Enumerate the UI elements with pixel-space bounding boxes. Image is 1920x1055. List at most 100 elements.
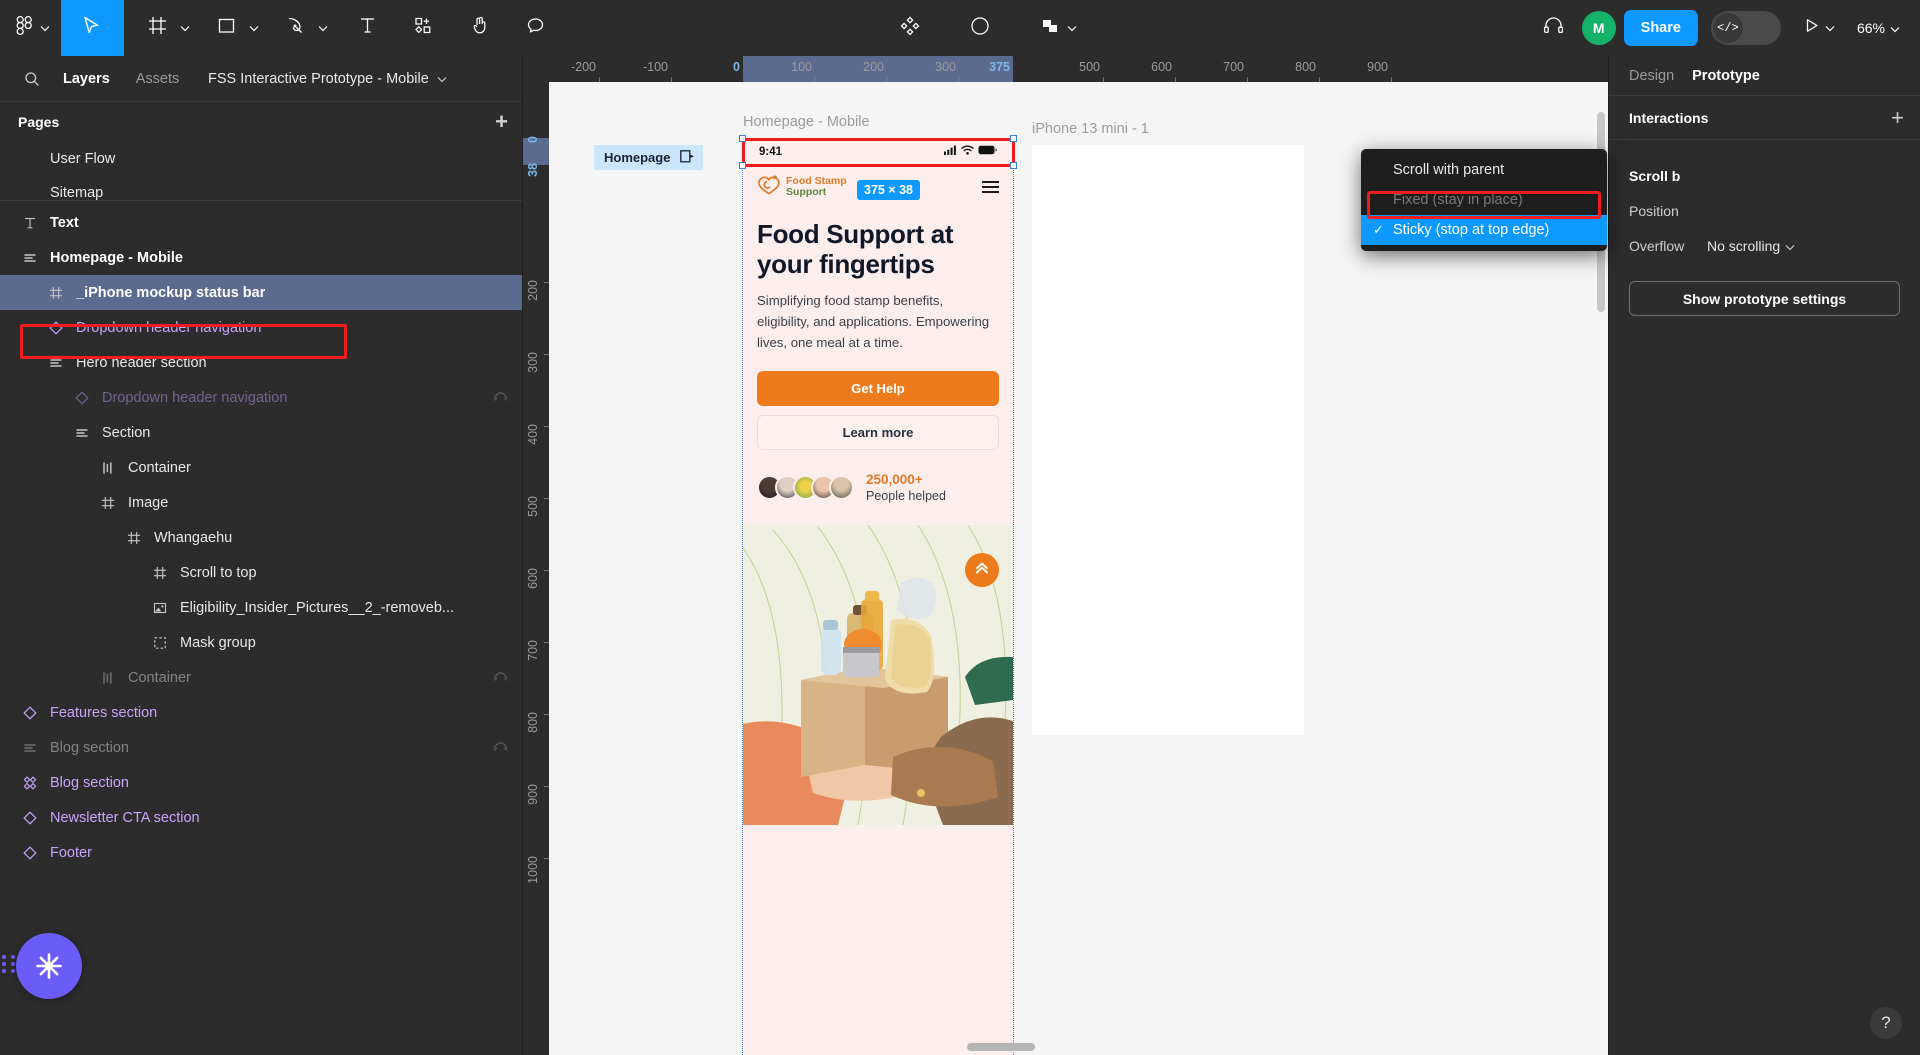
figma-menu-caret-icon[interactable] [37,25,53,32]
layer-row[interactable]: Container [0,660,522,695]
figma-menu-button[interactable] [0,0,37,56]
boolean-button[interactable] [1030,0,1064,56]
learn-more-button[interactable]: Learn more [757,415,999,451]
shape-tool-button[interactable] [207,0,246,56]
file-name-button[interactable]: FSS Interactive Prototype - Mobile [208,56,447,102]
present-button[interactable] [1805,18,1835,38]
ruler-tick-label: 700 [526,640,540,661]
selection-handle-bottom-right[interactable] [1010,162,1017,169]
tab-design[interactable]: Design [1629,68,1674,84]
hidden-eye-icon[interactable] [493,670,508,686]
ruler-tick-mark [544,642,549,643]
ruler-tick-label: 600 [1151,60,1172,74]
contrast-button[interactable] [960,0,1000,56]
dropdown-item-fixed[interactable]: Fixed (stay in place) [1361,185,1607,215]
layer-row[interactable]: Features section [0,695,522,730]
frame-label-iphone-13-mini[interactable]: iPhone 13 mini - 1 [1032,121,1149,137]
layer-row[interactable]: Homepage - Mobile [0,240,522,275]
avatar [829,475,854,501]
layer-row[interactable]: Eligibility_Insider_Pictures__2_-removeb… [0,590,522,625]
plugin-drag-handle[interactable] [2,955,16,973]
overflow-value-label: No scrolling [1707,237,1781,254]
show-prototype-settings-button[interactable]: Show prototype settings [1629,281,1900,316]
frame-tool-button[interactable] [138,0,177,56]
frame-iphone-13-mini-1[interactable] [1032,145,1304,735]
search-icon[interactable] [14,71,50,87]
layer-row[interactable]: Text [0,205,522,240]
dev-mode-toggle[interactable]: </> [1710,11,1781,45]
share-button[interactable]: Share [1623,10,1698,46]
layer-row[interactable]: Mask group [0,625,522,660]
ruler-tick-label: 400 [526,424,540,445]
plugin-sparkle-icon[interactable] [16,933,82,999]
move-tool-caret-icon[interactable] [108,0,124,56]
ruler-tick-mark [544,282,549,283]
ruler-tick-label: 0 [733,60,740,74]
pen-tool-button[interactable] [276,0,315,56]
layer-row[interactable]: Image [0,485,522,520]
hamburger-icon[interactable] [982,181,999,193]
hero-photo [743,525,1013,826]
selection-handle-top-left[interactable] [739,135,746,142]
layer-row[interactable]: _iPhone mockup status bar [0,275,522,310]
comment-tool-button[interactable] [516,0,555,56]
layer-row[interactable]: Dropdown header navigation [0,310,522,345]
headphones-button[interactable] [1533,0,1574,56]
actions-tool-button[interactable] [404,0,443,56]
iphone-status-bar[interactable]: 9:41 [743,138,1013,165]
add-page-button[interactable]: + [495,111,508,133]
canvas-horizontal-scrollbar[interactable] [523,1043,1608,1051]
get-help-button[interactable]: Get Help [757,371,999,407]
dropdown-item-sticky[interactable]: ✓ Sticky (stop at top edge) [1361,215,1607,245]
layer-row[interactable]: Whangaehu [0,520,522,555]
file-name-label: FSS Interactive Prototype - Mobile [208,71,429,87]
tab-assets[interactable]: Assets [123,71,193,87]
scroll-to-top-button[interactable] [965,553,999,588]
page-item-sitemap[interactable]: Sitemap [0,176,522,200]
ruler-tick-label: 38 [526,163,540,178]
tab-layers[interactable]: Layers [50,71,123,87]
scrollbar-thumb[interactable] [967,1043,1035,1051]
shape-tool-caret-icon[interactable] [246,25,262,32]
layer-row[interactable]: Footer [0,835,522,870]
pen-tool-caret-icon[interactable] [315,25,331,32]
selection-handle-top-right[interactable] [1010,135,1017,142]
dropdown-item-scroll-with-parent[interactable]: Scroll with parent [1361,155,1607,185]
prototype-flow-chip[interactable]: Homepage [594,145,704,170]
avatar[interactable]: M [1581,11,1616,45]
page-label: Sitemap [50,185,104,200]
layer-row[interactable]: Blog section [0,765,522,800]
ruler-tick-label: 700 [1223,60,1244,74]
frame-homepage-mobile[interactable]: 9:41 Food Stamp Support Food Support at … [743,138,1013,1055]
layer-row[interactable]: Newsletter CTA section [0,800,522,835]
layer-row[interactable]: Container [0,450,522,485]
tab-prototype[interactable]: Prototype [1692,68,1760,84]
layer-row[interactable]: Section [0,415,522,450]
brand-logo[interactable]: Food Stamp Support [757,174,847,201]
question-mark-icon[interactable]: ? [1870,1007,1902,1039]
present-caret-icon[interactable] [1825,19,1835,37]
page-item-user-flow[interactable]: User Flow [0,142,522,176]
layer-label: Hero header section [76,354,207,371]
frame-label-homepage-mobile[interactable]: Homepage - Mobile [743,114,870,130]
ruler-tick-label: 600 [526,568,540,589]
layer-row[interactable]: Hero header section [0,345,522,380]
zoom-level-button[interactable]: 66% [1857,20,1900,36]
overflow-value-dropdown[interactable]: No scrolling [1707,238,1795,254]
add-interaction-button[interactable]: + [1891,106,1904,129]
hand-tool-button[interactable] [461,0,500,56]
component-icon [18,705,42,720]
text-tool-button[interactable] [349,0,386,56]
hidden-eye-icon[interactable] [493,390,508,406]
components-button[interactable] [890,0,930,56]
wifi-icon [961,145,974,158]
battery-icon [978,145,997,158]
layer-row[interactable]: Blog section [0,730,522,765]
boolean-caret-icon[interactable] [1064,25,1080,32]
move-tool-button[interactable] [61,0,108,56]
hidden-eye-icon[interactable] [493,740,508,756]
layer-row[interactable]: Dropdown header navigation [0,380,522,415]
layer-row[interactable]: Scroll to top [0,555,522,590]
frame-tool-caret-icon[interactable] [177,25,193,32]
selection-handle-bottom-left[interactable] [739,162,746,169]
